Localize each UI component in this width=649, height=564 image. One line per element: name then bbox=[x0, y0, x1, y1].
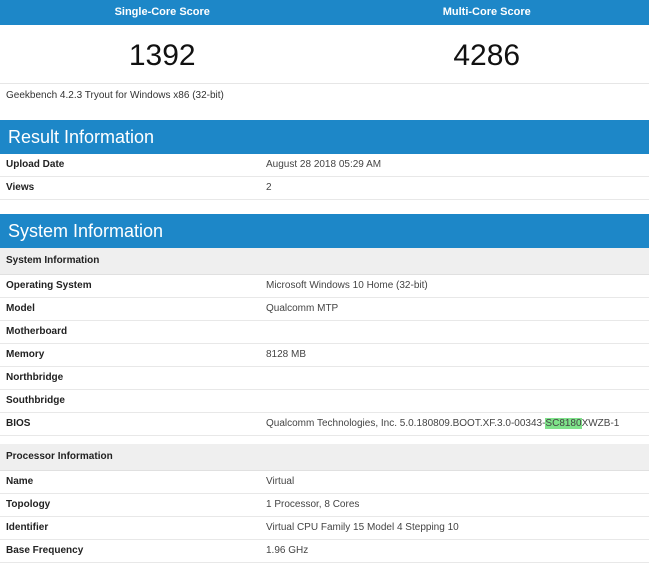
table-row-bios: BIOS Qualcomm Technologies, Inc. 5.0.180… bbox=[0, 413, 649, 436]
bios-value: Qualcomm Technologies, Inc. 5.0.180809.B… bbox=[260, 413, 649, 435]
system-information-subhead: System Information bbox=[0, 248, 649, 275]
row-value bbox=[260, 390, 649, 412]
multi-core-score: 4286 bbox=[324, 25, 649, 84]
bios-value-post: XWZB-1 bbox=[581, 418, 620, 429]
row-key: Motherboard bbox=[6, 326, 68, 337]
bios-value-highlight: SC8180 bbox=[545, 418, 582, 429]
system-information-banner: System Information bbox=[0, 214, 649, 248]
row-key: Memory bbox=[6, 349, 45, 360]
row-value bbox=[260, 321, 649, 343]
table-row: Name Virtual bbox=[0, 471, 649, 494]
row-key: Topology bbox=[6, 499, 51, 510]
bios-value-pre: Qualcomm Technologies, Inc. 5.0.180809.B… bbox=[266, 418, 546, 429]
row-value: 2 bbox=[266, 182, 272, 193]
row-key: Base Frequency bbox=[6, 545, 84, 556]
row-value: Microsoft Windows 10 Home (32-bit) bbox=[266, 280, 428, 291]
row-value: August 28 2018 05:29 AM bbox=[266, 159, 382, 170]
row-value: 1 Processor, 8 Cores bbox=[266, 499, 360, 510]
table-row: Motherboard bbox=[0, 321, 649, 344]
row-value: 1.96 GHz bbox=[266, 545, 309, 556]
table-row: Southbridge bbox=[0, 390, 649, 413]
multi-core-column: Multi-Core Score 4286 bbox=[324, 0, 649, 84]
single-core-column: Single-Core Score 1392 bbox=[0, 0, 325, 84]
row-key: Views bbox=[6, 182, 35, 193]
table-row: Base Frequency 1.96 GHz bbox=[0, 540, 649, 563]
score-header: Single-Core Score 1392 Multi-Core Score … bbox=[0, 0, 649, 84]
row-value: Virtual bbox=[266, 476, 295, 487]
row-key: BIOS bbox=[6, 418, 31, 429]
result-information-banner: Result Information bbox=[0, 120, 649, 154]
row-key: Upload Date bbox=[6, 159, 65, 170]
table-row: Identifier Virtual CPU Family 15 Model 4… bbox=[0, 517, 649, 540]
row-key: Name bbox=[6, 476, 34, 487]
row-key: Northbridge bbox=[6, 372, 64, 383]
processor-information-subhead: Processor Information bbox=[0, 444, 649, 471]
row-key: Model bbox=[6, 303, 35, 314]
table-row: Topology 1 Processor, 8 Cores bbox=[0, 494, 649, 517]
table-row: Memory 8128 MB bbox=[0, 344, 649, 367]
table-row: Northbridge bbox=[0, 367, 649, 390]
result-table: Upload Date August 28 2018 05:29 AM View… bbox=[0, 154, 649, 200]
row-key: Identifier bbox=[6, 522, 49, 533]
table-row: Upload Date August 28 2018 05:29 AM bbox=[0, 154, 649, 177]
table-row: Operating System Microsoft Windows 10 Ho… bbox=[0, 275, 649, 298]
benchmark-result-page: Single-Core Score 1392 Multi-Core Score … bbox=[0, 0, 649, 564]
row-value: Qualcomm MTP bbox=[266, 303, 339, 314]
processor-table: Name Virtual Topology 1 Processor, 8 Cor… bbox=[0, 471, 649, 563]
system-table: Operating System Microsoft Windows 10 Ho… bbox=[0, 275, 649, 436]
row-key: Southbridge bbox=[6, 395, 65, 406]
multi-core-label: Multi-Core Score bbox=[324, 0, 649, 25]
single-core-score: 1392 bbox=[0, 25, 325, 84]
row-key: Operating System bbox=[6, 280, 92, 291]
table-row: Views 2 bbox=[0, 177, 649, 200]
row-value bbox=[260, 367, 649, 389]
row-value: Virtual CPU Family 15 Model 4 Stepping 1… bbox=[266, 522, 459, 533]
single-core-label: Single-Core Score bbox=[0, 0, 325, 25]
table-row: Model Qualcomm MTP bbox=[0, 298, 649, 321]
version-text: Geekbench 4.2.3 Tryout for Windows x86 (… bbox=[6, 90, 224, 101]
row-value: 8128 MB bbox=[266, 349, 307, 360]
